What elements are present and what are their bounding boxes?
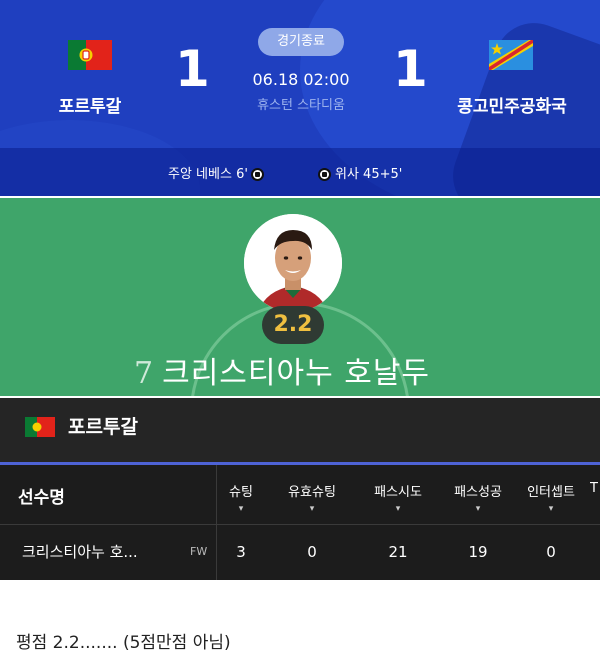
player-stats-table: 선수명 슈팅 ▾ 유효슈팅 ▾ 패스시도 ▾ 패스성공 ▾ 인터셉트 ▾ T 크… — [0, 465, 600, 580]
interceptions-cell: 0 — [546, 543, 556, 561]
column-header-label: T — [590, 481, 598, 496]
column-header-label: 패스시도 — [374, 485, 422, 500]
away-team-name[interactable]: 콩고민주공화국 — [452, 92, 572, 117]
home-scorer: 주앙 네베스 6' — [168, 163, 264, 182]
soccer-ball-icon — [250, 168, 264, 181]
column-header-shots[interactable]: 슈팅 ▾ — [222, 481, 260, 514]
player-number: 7 — [134, 356, 155, 391]
away-scorer-text: 위사 45+5' — [335, 167, 403, 182]
column-header-pass-attempts[interactable]: 패스시도 ▾ — [364, 481, 432, 514]
pass-completed-cell: 19 — [468, 543, 488, 561]
portugal-flag-icon — [68, 40, 112, 70]
scorers-band — [0, 148, 600, 196]
portugal-flag-icon — [25, 417, 55, 437]
shots-on-target-cell: 0 — [307, 543, 317, 561]
team-section-title: 포르투갈 — [68, 416, 138, 438]
column-header-label: 유효슈팅 — [288, 485, 336, 500]
column-header-shots-on-target[interactable]: 유효슈팅 ▾ — [278, 481, 346, 514]
home-score: 1 — [175, 40, 210, 98]
player-name-line: 7 크리스티아누 호날두 — [134, 348, 430, 392]
player-card: 2.2 7 크리스티아누 호날두 — [0, 196, 600, 396]
column-header-pass-completed[interactable]: 패스성공 ▾ — [444, 481, 512, 514]
pass-attempts-cell: 21 — [388, 543, 408, 561]
match-status-badge: 경기종료 — [258, 28, 344, 56]
column-header-player[interactable]: 선수명 — [18, 483, 65, 508]
stadium-name: 휴스턴 스타디움 — [257, 98, 345, 113]
home-team-name[interactable]: 포르투갈 — [40, 92, 140, 117]
table-header: 선수명 슈팅 ▾ 유효슈팅 ▾ 패스시도 ▾ 패스성공 ▾ 인터셉트 ▾ T — [0, 465, 600, 525]
caption-text: 평점 2.2....... (5점만점 아님) — [16, 633, 231, 653]
column-header-truncated[interactable]: T — [590, 481, 600, 496]
away-scorer: 위사 45+5' — [318, 163, 402, 182]
position-cell: FW — [190, 545, 208, 558]
player-avatar[interactable] — [244, 214, 342, 312]
sort-arrow-icon: ▾ — [309, 504, 315, 514]
column-header-label: 인터셉트 — [527, 485, 575, 500]
column-header-label: 패스성공 — [454, 485, 502, 500]
column-header-label: 슈팅 — [229, 485, 253, 500]
column-divider — [216, 465, 217, 580]
dr-congo-flag-icon — [489, 40, 533, 70]
player-rating-badge: 2.2 — [262, 306, 324, 344]
column-header-interceptions[interactable]: 인터셉트 ▾ — [516, 481, 586, 514]
soccer-ball-icon — [318, 168, 331, 181]
sort-arrow-icon: ▾ — [238, 504, 244, 514]
sort-arrow-icon: ▾ — [548, 504, 554, 514]
shots-cell: 3 — [236, 543, 246, 561]
match-header: 경기종료 포르투갈 1 06.18 02:00 휴스턴 스타디움 1 콩고민주공… — [0, 0, 600, 196]
home-scorer-text: 주앙 네베스 6' — [168, 167, 248, 182]
match-datetime: 06.18 02:00 — [252, 70, 350, 89]
team-section-header: 포르투갈 — [0, 398, 600, 462]
sort-arrow-icon: ▾ — [475, 504, 481, 514]
player-name: 크리스티아누 호날두 — [162, 356, 431, 391]
player-name-cell[interactable]: 크리스티아누 호... — [22, 541, 138, 562]
sort-arrow-icon: ▾ — [395, 504, 401, 514]
away-score: 1 — [393, 40, 428, 98]
